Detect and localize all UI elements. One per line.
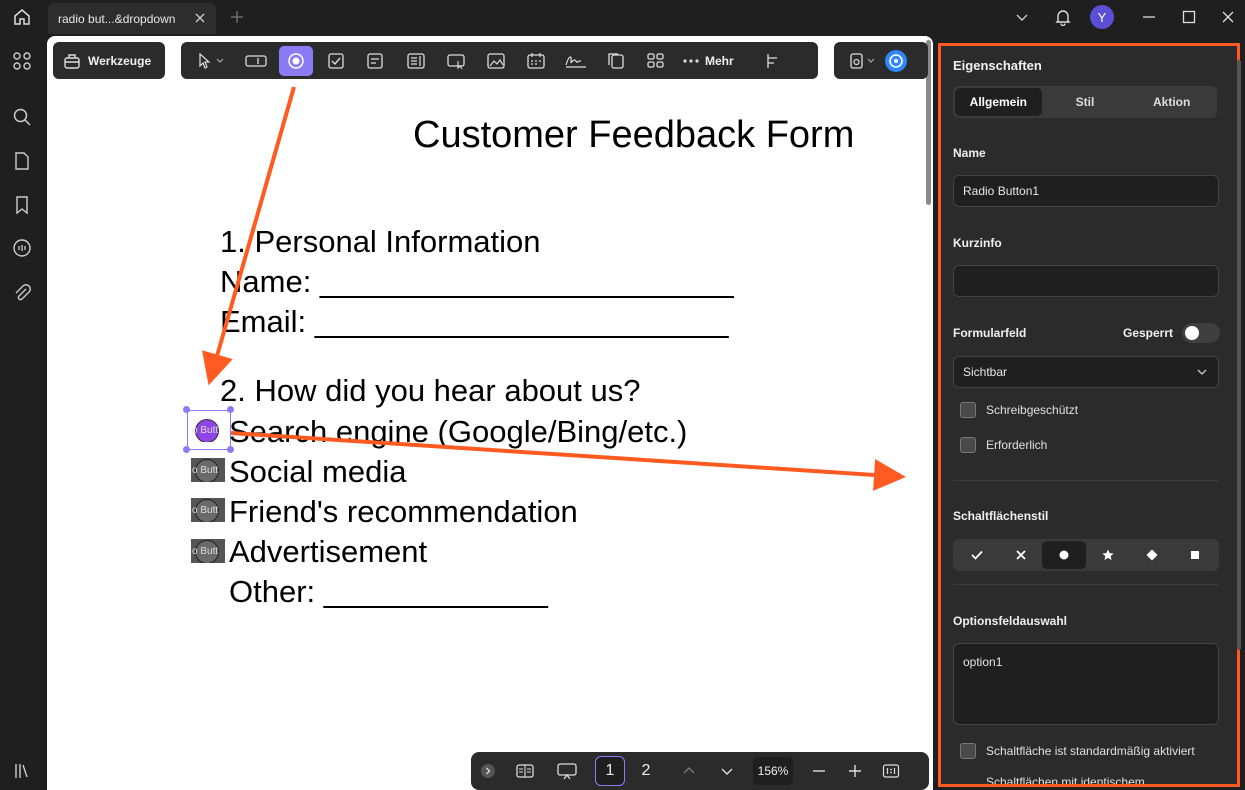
previous-page-icon[interactable] — [669, 757, 709, 785]
button-style-selector — [953, 539, 1219, 571]
panel-scrollbar[interactable] — [1237, 60, 1241, 650]
name-label: Name — [953, 146, 986, 160]
visibility-value: Sichtbar — [963, 365, 1008, 379]
default-checked-checkbox[interactable]: Schaltfläche ist standardmäßig aktiviert — [960, 743, 1195, 759]
form-field-label: Formularfeld — [953, 326, 1027, 340]
radio-field-label: o Butt — [192, 424, 219, 436]
button-style-label: Schaltflächenstil — [953, 509, 1049, 523]
tab-general[interactable]: Allgemein — [955, 88, 1042, 116]
divider — [953, 480, 1219, 481]
readonly-checkbox[interactable]: Schreibgeschützt — [960, 402, 1078, 418]
same-name-label: Schaltflächen mit identischem — [986, 775, 1145, 787]
bottom-navigation-bar: 1 2 156% — [471, 752, 929, 790]
style-check-icon[interactable] — [955, 541, 999, 569]
required-label: Erforderlich — [986, 438, 1048, 452]
tab-style[interactable]: Stil — [1042, 88, 1129, 116]
radio-field-label: o Butt — [192, 464, 219, 476]
reading-mode-icon[interactable] — [505, 757, 545, 785]
arrow-to-radio — [202, 86, 296, 386]
tooltip-label: Kurzinfo — [953, 236, 1002, 250]
name-field[interactable]: Radio Button1 — [953, 175, 1219, 207]
panel-title: Eigenschaften — [953, 58, 1042, 73]
checkbox-box — [960, 402, 976, 418]
properties-tabs: Allgemein Stil Aktion — [953, 86, 1217, 118]
default-checked-label: Schaltfläche ist standardmäßig aktiviert — [986, 744, 1195, 758]
same-name-checkbox[interactable]: Schaltflächen mit identischem — [960, 774, 1145, 787]
locked-toggle[interactable] — [1182, 323, 1220, 343]
zoom-in-icon[interactable] — [837, 757, 873, 785]
toggle-knob — [1185, 326, 1199, 340]
style-circle-icon[interactable] — [1042, 541, 1087, 569]
page-2-button[interactable]: 2 — [631, 756, 661, 786]
required-checkbox[interactable]: Erforderlich — [960, 437, 1047, 453]
option-value-field[interactable]: option1 — [953, 643, 1219, 725]
readonly-label: Schreibgeschützt — [986, 403, 1079, 417]
presentation-icon[interactable] — [545, 757, 589, 785]
divider — [953, 584, 1219, 585]
arrow-to-panel — [230, 431, 906, 491]
tab-action[interactable]: Aktion — [1128, 88, 1215, 116]
zoom-level[interactable]: 156% — [753, 757, 793, 785]
checkbox-box — [960, 743, 976, 759]
tooltip-field[interactable] — [953, 265, 1219, 297]
chevron-down-icon — [1196, 366, 1208, 378]
style-star-icon[interactable] — [1086, 541, 1130, 569]
page-1-button[interactable]: 1 — [595, 756, 625, 786]
option-selection-label: Optionsfeldauswahl — [953, 614, 1068, 628]
properties-panel: Eigenschaften Allgemein Stil Aktion Name… — [938, 43, 1240, 787]
zoom-out-icon[interactable] — [801, 757, 837, 785]
style-diamond-icon[interactable] — [1130, 541, 1174, 569]
next-page-icon[interactable] — [709, 757, 745, 785]
actual-size-icon[interactable] — [873, 757, 909, 785]
locked-label: Gesperrt — [1123, 326, 1174, 340]
radio-field-label: o Butt — [192, 545, 219, 557]
checkbox-box — [960, 437, 976, 453]
collapse-arrow-icon[interactable] — [479, 757, 497, 785]
radio-field-label: o Butt — [192, 504, 219, 516]
style-cross-icon[interactable] — [999, 541, 1043, 569]
style-square-icon[interactable] — [1173, 541, 1217, 569]
visibility-select[interactable]: Sichtbar — [953, 356, 1219, 388]
